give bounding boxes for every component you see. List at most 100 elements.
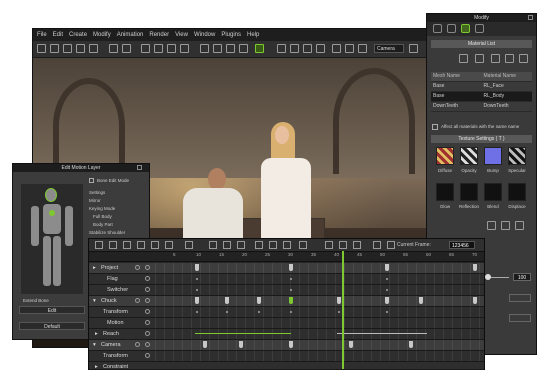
remove-texture-icon[interactable] xyxy=(515,221,524,230)
zoom-out-icon[interactable] xyxy=(339,241,347,249)
left-leg-bone[interactable] xyxy=(43,236,51,286)
option-button[interactable] xyxy=(509,294,531,302)
key-marker[interactable] xyxy=(386,311,388,313)
keyframe[interactable] xyxy=(419,297,423,304)
right-arm-bone[interactable] xyxy=(65,206,73,246)
strength-slider[interactable] xyxy=(489,277,509,278)
bump-texture-thumb[interactable] xyxy=(484,147,502,165)
play-icon[interactable] xyxy=(373,241,381,249)
track-lock-icon[interactable] xyxy=(145,276,150,281)
track-chuck-reach[interactable]: ▸ Reach xyxy=(89,329,484,340)
load-icon[interactable] xyxy=(491,54,500,63)
add-key-icon[interactable] xyxy=(185,241,193,249)
head-bone[interactable] xyxy=(45,188,57,202)
save-icon[interactable] xyxy=(63,44,72,53)
track-visibility-icon[interactable] xyxy=(135,342,140,347)
track-lock-icon[interactable] xyxy=(145,265,150,270)
right-leg-bone[interactable] xyxy=(53,236,61,286)
key-marker[interactable] xyxy=(386,278,388,280)
track-lock-icon[interactable] xyxy=(145,353,150,358)
keyframe[interactable] xyxy=(337,297,341,304)
physics-tab-icon[interactable] xyxy=(475,24,484,33)
material-tab-icon[interactable] xyxy=(461,24,470,33)
menu-help[interactable]: Help xyxy=(247,29,259,41)
body-part-radio[interactable]: Body Part xyxy=(93,222,113,227)
scale-icon[interactable] xyxy=(180,44,189,53)
reflection-texture-thumb[interactable] xyxy=(460,183,478,201)
track-lock-icon[interactable] xyxy=(145,331,150,336)
import-icon[interactable] xyxy=(76,44,85,53)
menu-plugins[interactable]: Plugins xyxy=(221,29,241,41)
frame-select-icon[interactable] xyxy=(345,44,354,53)
undo-icon[interactable] xyxy=(109,44,118,53)
specular-texture-thumb[interactable] xyxy=(508,147,526,165)
grid-icon[interactable] xyxy=(226,44,235,53)
full-body-radio[interactable]: Full Body xyxy=(93,214,112,219)
edit-texture-icon[interactable] xyxy=(501,221,510,230)
track-camera-constraint[interactable]: ▸ Constraint xyxy=(89,362,484,370)
expand-arrow-icon[interactable]: ▾ xyxy=(93,296,96,306)
strength-slider-handle[interactable] xyxy=(485,274,491,280)
orbit-icon[interactable] xyxy=(316,44,325,53)
open-file-icon[interactable] xyxy=(50,44,59,53)
keyframe[interactable] xyxy=(195,264,199,271)
torso-bone[interactable] xyxy=(43,204,61,234)
keyframe[interactable] xyxy=(239,341,243,348)
edit-button[interactable]: Edit xyxy=(19,306,85,314)
home-view-icon[interactable] xyxy=(277,44,286,53)
transform-tab-icon[interactable] xyxy=(433,24,442,33)
forward-icon[interactable] xyxy=(137,241,145,249)
reach-clip[interactable] xyxy=(195,333,291,334)
affect-all-checkbox[interactable] xyxy=(432,124,438,130)
camera-dropdown[interactable]: Camera xyxy=(374,44,404,53)
fit-view-icon[interactable] xyxy=(332,44,341,53)
rotate-icon[interactable] xyxy=(167,44,176,53)
pin-icon[interactable] xyxy=(358,44,367,53)
option-button[interactable] xyxy=(509,314,531,322)
render-icon[interactable] xyxy=(239,44,248,53)
menu-modify[interactable]: Modify xyxy=(93,29,111,41)
bone-edit-checkbox[interactable] xyxy=(89,178,94,183)
light-icon[interactable] xyxy=(200,44,209,53)
keyframe[interactable] xyxy=(349,341,353,348)
table-row[interactable]: Base RL_Body xyxy=(431,92,532,102)
select-icon[interactable] xyxy=(141,44,150,53)
key-marker[interactable] xyxy=(338,311,340,313)
keyframe[interactable] xyxy=(473,264,477,271)
menu-window[interactable]: Window xyxy=(194,29,215,41)
keyframe[interactable] xyxy=(203,341,207,348)
close-icon[interactable] xyxy=(528,15,533,20)
expand-arrow-icon[interactable]: ▸ xyxy=(95,362,98,369)
expand-arrow-icon[interactable]: ▸ xyxy=(93,263,96,273)
key-marker[interactable] xyxy=(290,311,292,313)
track-switcher[interactable]: Switcher xyxy=(89,285,484,296)
chat-icon[interactable] xyxy=(223,241,231,249)
redo-icon[interactable] xyxy=(122,44,131,53)
expand-arrow-icon[interactable]: ▸ xyxy=(95,329,98,339)
track-flag[interactable]: Flag xyxy=(89,274,484,285)
key-marker[interactable] xyxy=(226,311,228,313)
keyframe[interactable] xyxy=(289,341,293,348)
menu-view[interactable]: View xyxy=(175,29,188,41)
table-row[interactable]: DownTeeth DownTeeth xyxy=(431,102,532,112)
zoom-in-icon[interactable] xyxy=(325,241,333,249)
key-marker[interactable] xyxy=(258,311,260,313)
close-icon[interactable] xyxy=(137,165,142,170)
expression-icon[interactable] xyxy=(237,241,245,249)
menu-animation[interactable]: Animation xyxy=(117,29,144,41)
back-icon[interactable] xyxy=(123,241,131,249)
save-material-icon[interactable] xyxy=(505,54,514,63)
pan-icon[interactable] xyxy=(303,44,312,53)
displace-texture-thumb[interactable] xyxy=(508,183,526,201)
track-visibility-icon[interactable] xyxy=(135,265,140,270)
open-texture-icon[interactable] xyxy=(487,221,496,230)
keyframe[interactable] xyxy=(289,264,293,271)
split-icon[interactable] xyxy=(283,241,291,249)
track-chuck-transform[interactable]: Transform xyxy=(89,307,484,318)
table-row[interactable]: Base RL_Face xyxy=(431,82,532,92)
keyframe[interactable] xyxy=(257,297,261,304)
menu-file[interactable]: File xyxy=(37,29,47,41)
menu-create[interactable]: Create xyxy=(69,29,87,41)
track-lock-icon[interactable] xyxy=(145,287,150,292)
glow-texture-thumb[interactable] xyxy=(436,183,454,201)
